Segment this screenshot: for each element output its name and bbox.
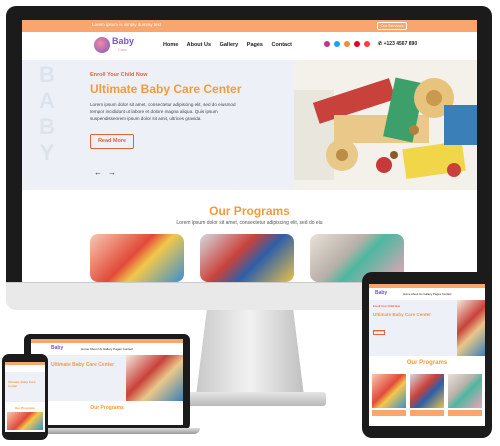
top-bar-text: Lorem ipsum is simply dummy text — [92, 22, 162, 27]
monitor-screen: Lorem ipsum is simply dummy text Our Ser… — [22, 20, 477, 282]
tablet-card-image — [448, 374, 482, 408]
tablet-hero-kicker: Enroll Your Child Now — [373, 305, 401, 308]
watermark-letter: B — [39, 62, 55, 87]
hero-text: Lorem ipsum dolor sit amet, consectetur … — [90, 102, 236, 121]
toys-illustration — [294, 60, 477, 190]
top-bar — [22, 20, 477, 32]
logo-text[interactable]: Baby — [112, 36, 134, 46]
watermark-letter: A — [39, 88, 55, 113]
laptop-nav-item: Pages — [113, 347, 122, 351]
tablet-hero-title: Ultimate Baby Care Center — [373, 312, 431, 317]
watermark-letter: Y — [39, 140, 55, 165]
twitter-icon[interactable] — [334, 41, 340, 47]
monitor-base — [176, 392, 326, 406]
laptop-nav-item: Home — [81, 347, 90, 351]
tablet-nav: Home About Us Gallery Pages Contact — [403, 292, 451, 296]
instagram-icon[interactable] — [324, 41, 330, 47]
phone-top-bar — [5, 362, 45, 365]
laptop-nav-item: About Us — [89, 347, 103, 351]
nav-pages[interactable]: Pages — [247, 42, 263, 48]
phone-hero-title: Ultimate Baby Care Center — [8, 380, 36, 388]
logo-icon[interactable] — [94, 37, 110, 53]
laptop-hero-title: Ultimate Baby Care Center — [51, 362, 115, 368]
hero-image-toys — [294, 60, 477, 190]
tablet-nav-item: Pages — [433, 292, 441, 296]
prev-arrow-icon[interactable]: ← — [94, 168, 102, 177]
programs-text: Lorem ipsum dolor sit amet, consectetur … — [176, 220, 323, 226]
nav-gallery[interactable]: Gallery — [220, 42, 239, 48]
laptop-programs-title: Our Programs — [90, 405, 124, 411]
youtube-icon[interactable] — [364, 41, 370, 47]
monitor-stand — [196, 310, 304, 396]
tablet-nav-item: About Us — [411, 292, 423, 296]
tablet-nav-item: Gallery — [423, 292, 433, 296]
laptop-nav: Home About Us Gallery Pages Contact — [81, 347, 133, 351]
watermark-letter: B — [39, 114, 55, 139]
logo-subtext: Care — [118, 47, 127, 52]
program-card-image[interactable] — [90, 234, 184, 282]
laptop-top-bar — [31, 339, 183, 343]
hero-title: Ultimate Baby Care Center — [90, 82, 242, 96]
tablet-logo: Baby — [375, 290, 388, 296]
programs-title: Our Programs — [209, 204, 290, 218]
phone-screen: Ultimate Baby Care Center Our Programs — [5, 362, 45, 432]
phone-card-image — [7, 412, 43, 430]
main-nav: Home About Us Gallery Pages Contact — [163, 42, 299, 48]
phone-text: +123 4567 890 — [383, 41, 418, 47]
tablet-card-label — [372, 410, 406, 416]
phone-number[interactable]: ✆ +123 4567 890 — [378, 41, 417, 47]
laptop-hero-image — [126, 355, 183, 401]
tablet-nav-item: Contact — [441, 292, 452, 296]
read-more-button[interactable]: Read More — [90, 134, 134, 149]
tablet-screen: Baby Home About Us Gallery Pages Contact… — [369, 284, 485, 426]
tablet-hero-image — [457, 300, 485, 356]
phone-programs-title: Our Programs — [14, 406, 36, 410]
program-card-image[interactable] — [200, 234, 294, 282]
tablet-read-more-button: Read More — [373, 330, 385, 335]
tablet-top-bar — [369, 284, 485, 288]
tablet-card-image — [410, 374, 444, 408]
tablet-card-label — [410, 410, 444, 416]
hero-kicker: Enroll Your Child Now — [90, 72, 148, 78]
tablet-card-image — [372, 374, 406, 408]
pinterest-icon[interactable] — [354, 41, 360, 47]
tablet-card-label — [448, 410, 482, 416]
facebook-icon[interactable] — [344, 41, 350, 47]
next-arrow-icon[interactable]: → — [108, 168, 116, 177]
tablet-programs-title: Our Programs — [406, 360, 448, 366]
laptop-screen: Baby Home About Us Gallery Pages Contact… — [31, 339, 183, 425]
nav-contact[interactable]: Contact — [272, 42, 292, 48]
hero-watermark: B A B Y — [36, 62, 58, 166]
our-services-button[interactable]: Our Services — [377, 22, 407, 30]
laptop-logo: Baby — [51, 345, 64, 351]
nav-about[interactable]: About Us — [187, 42, 211, 48]
tablet-nav-item: Home — [403, 292, 411, 296]
laptop-nav-item: Gallery — [102, 347, 113, 351]
nav-home[interactable]: Home — [163, 42, 178, 48]
laptop-nav-item: Contact — [122, 347, 133, 351]
